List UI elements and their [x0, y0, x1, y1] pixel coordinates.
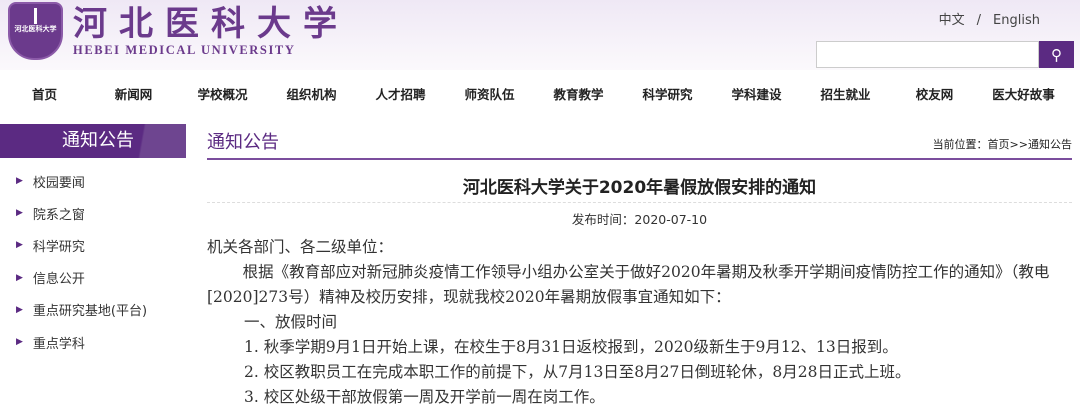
article-title: 河北医科大学关于2020年暑假放假安排的通知 — [207, 173, 1072, 203]
triangle-right-icon: ▶ — [16, 240, 23, 251]
sidebar-item-departments[interactable]: ▶ 院系之窗 — [16, 197, 147, 229]
lang-chinese-link[interactable]: 中文 — [939, 13, 965, 28]
sidebar-item-research-bases[interactable]: ▶ 重点研究基地(平台) — [16, 294, 147, 326]
nav-organization[interactable]: 组织机构 — [267, 70, 356, 122]
breadcrumb: 当前位置：首页>>通知公告 — [932, 138, 1072, 151]
sidebar-item-research[interactable]: ▶ 科学研究 — [16, 229, 147, 261]
sidebar-item-label: 重点学科 — [32, 336, 85, 352]
intro-paragraph: 根据《教育部应对新冠肺炎疫情工作领导小组办公室关于做好2020年暑期及秋季开学期… — [207, 263, 1050, 306]
nav-alumni[interactable]: 校友网 — [890, 70, 979, 122]
list-item: 1. 秋季学期9月1日开始上课，在校生于8月31日返校报到，2020级新生于9月… — [244, 338, 898, 356]
triangle-right-icon: ▶ — [16, 272, 23, 283]
seal-text: 河北医科大学 — [14, 25, 57, 33]
search-bar: ⚲ — [816, 41, 1074, 68]
nav-faculty[interactable]: 师资队伍 — [445, 70, 534, 122]
list-item: 2. 校区教职员工在完成本职工作的前提下，从7月13日至8月27日倒班轮休，8月… — [244, 363, 911, 381]
triangle-right-icon: ▶ — [16, 304, 23, 315]
triangle-right-icon: ▶ — [16, 208, 23, 219]
sidebar-item-label: 重点研究基地(平台) — [32, 304, 148, 320]
triangle-right-icon: ▶ — [16, 176, 23, 187]
main-nav: 首页 新闻网 学校概况 组织机构 人才招聘 师资队伍 教育教学 科学研究 学科建… — [0, 70, 1080, 122]
lang-english-link[interactable]: English — [993, 13, 1040, 28]
search-button[interactable]: ⚲ — [1039, 41, 1074, 68]
sidebar-item-label: 科学研究 — [32, 239, 85, 255]
triangle-right-icon: ▶ — [16, 337, 23, 348]
nav-stories[interactable]: 医大好故事 — [979, 70, 1068, 122]
nav-education[interactable]: 教育教学 — [534, 70, 623, 122]
nav-home[interactable]: 首页 — [0, 70, 89, 122]
logo-english-name: HEBEI MEDICAL UNIVERSITY — [73, 43, 296, 57]
nav-admissions[interactable]: 招生就业 — [801, 70, 890, 122]
site-header: 河北医科大学 河北医科大学 HEBEI MEDICAL UNIVERSITY 中… — [0, 0, 1080, 70]
search-input[interactable] — [816, 41, 1039, 68]
sidebar-item-public-info[interactable]: ▶ 信息公开 — [16, 262, 147, 294]
article-body: 机关各部门、各二级单位： 根据《教育部应对新冠肺炎疫情工作领导小组办公室关于做好… — [207, 235, 1072, 410]
salutation: 机关各部门、各二级单位： — [207, 238, 394, 256]
university-logo[interactable]: 河北医科大学 河北医科大学 HEBEI MEDICAL UNIVERSITY — [8, 2, 349, 60]
search-icon: ⚲ — [1051, 46, 1062, 64]
list-item: 3. 校区处级干部放假第一周及开学前一周在岗工作。 — [244, 388, 605, 406]
sidebar-item-key-disciplines[interactable]: ▶ 重点学科 — [16, 326, 147, 358]
article-date: 发布时间：2020-07-10 — [571, 212, 708, 227]
sidebar-item-label: 院系之窗 — [32, 207, 85, 223]
nav-research[interactable]: 科学研究 — [623, 70, 712, 122]
nav-recruitment[interactable]: 人才招聘 — [356, 70, 445, 122]
section-heading: 一、放假时间 — [244, 313, 338, 331]
sidebar-menu: ▶ 校园要闻 ▶ 院系之窗 ▶ 科学研究 ▶ 信息公开 ▶ 重点研究基地(平台) ▶ 重点学… — [16, 165, 147, 358]
nav-news[interactable]: 新闻网 — [89, 70, 178, 122]
sidebar-title: 通知公告 — [0, 124, 186, 158]
section-header: 通知公告 当前位置：首页>>通知公告 — [207, 128, 1072, 160]
sidebar-item-campus-news[interactable]: ▶ 校园要闻 — [16, 165, 147, 197]
nav-about[interactable]: 学校概况 — [178, 70, 267, 122]
language-switcher: 中文 / English — [939, 9, 1040, 28]
sidebar-item-label: 信息公开 — [32, 272, 85, 288]
sidebar-item-label: 校园要闻 — [32, 175, 85, 191]
lang-separator: / — [976, 13, 982, 28]
nav-disciplines[interactable]: 学科建设 — [712, 70, 801, 122]
logo-chinese-name: 河北医科大学 — [73, 4, 349, 44]
university-seal: 河北医科大学 — [8, 2, 63, 60]
